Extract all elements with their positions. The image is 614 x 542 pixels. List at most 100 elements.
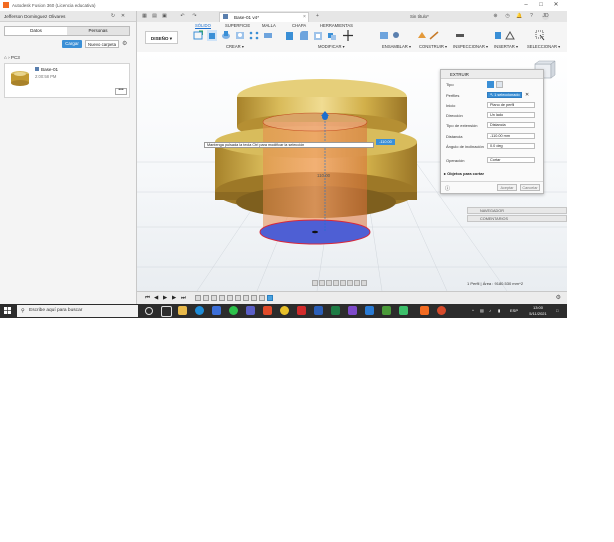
timeline-feature-extrude[interactable]	[211, 295, 217, 301]
timeline-feature-fillet[interactable]	[243, 295, 249, 301]
word-icon[interactable]	[314, 306, 323, 315]
timeline-play-button[interactable]: ▶	[163, 295, 167, 302]
new-folder-button[interactable]: Nuevo carpeta	[85, 40, 119, 48]
timeline-end-button[interactable]: ⏭	[181, 295, 186, 302]
new-sketch-icon[interactable]	[193, 30, 203, 41]
windows-start-icon[interactable]	[4, 307, 11, 314]
file-menu-icon[interactable]: ▤	[151, 13, 158, 20]
acrobat-icon[interactable]	[297, 306, 306, 315]
grid-menu-icon[interactable]: ▦	[141, 13, 148, 20]
document-tab[interactable]: Base-01 v4*	[219, 12, 309, 22]
offline-document-label[interactable]: Sin título*	[410, 14, 429, 19]
timeline-feature-extrude[interactable]	[259, 295, 265, 301]
timeline-start-button[interactable]: ⏮	[145, 295, 150, 302]
edge-icon[interactable]	[195, 306, 204, 315]
tab-data[interactable]: Datos	[5, 27, 67, 35]
group-modify[interactable]: MODIFICAR ▾	[318, 44, 345, 49]
select-icon[interactable]	[535, 30, 545, 41]
insert-mesh-icon[interactable]	[505, 30, 515, 41]
app-icon[interactable]	[382, 306, 391, 315]
viewports-icon[interactable]	[361, 280, 367, 286]
close-tab-icon[interactable]: ×	[303, 14, 306, 20]
shell-icon[interactable]	[313, 30, 323, 41]
app-icon[interactable]	[437, 306, 446, 315]
user-name[interactable]: Jefferson Dominguez Olivares	[4, 14, 65, 19]
revolve-icon[interactable]	[221, 30, 231, 41]
timeline-feature-extrude[interactable]	[203, 295, 209, 301]
excel-icon[interactable]	[331, 306, 340, 315]
timeline-next-button[interactable]: ▶	[172, 295, 176, 302]
file-card[interactable]: Base-01 2:00:58 PM •••	[4, 63, 130, 98]
help-icon[interactable]: ?	[528, 13, 535, 20]
onenote-icon[interactable]	[348, 306, 357, 315]
new-tab-icon[interactable]: +	[314, 13, 321, 20]
chrome-icon[interactable]	[280, 306, 289, 315]
tray-volume-icon[interactable]: ♪	[489, 308, 491, 313]
tray-chevron-icon[interactable]: ^	[472, 308, 474, 313]
orbit-icon[interactable]	[312, 280, 318, 286]
close-panel-icon[interactable]: ✕	[120, 13, 126, 19]
tab-people[interactable]: Personas	[67, 27, 129, 35]
timeline-feature-active[interactable]	[267, 295, 273, 301]
axis-icon[interactable]	[429, 30, 439, 41]
ribbon-tab-surface[interactable]: SUPERFICIE	[225, 23, 250, 28]
breadcrumb-project[interactable]: PC3	[11, 55, 20, 60]
new-component-icon[interactable]	[379, 30, 389, 41]
pattern-icon[interactable]	[249, 30, 259, 41]
joint-icon[interactable]	[391, 30, 401, 41]
user-avatar[interactable]: JD	[542, 13, 549, 20]
ribbon-tab-tools[interactable]: HERRAMIENTAS	[320, 23, 353, 28]
extent-type-select[interactable]: Distancia	[487, 122, 535, 128]
group-inspect[interactable]: INSPECCIONAR ▾	[453, 44, 488, 49]
timeline-feature-sketch[interactable]	[219, 295, 225, 301]
group-create[interactable]: CREAR ▾	[226, 44, 244, 49]
file-menu-button[interactable]: •••	[115, 88, 127, 95]
measure-icon[interactable]	[455, 30, 465, 41]
store-icon[interactable]	[212, 306, 221, 315]
timeline-feature-fillet[interactable]	[235, 295, 241, 301]
comments-panel[interactable]: COMENTARIOS	[467, 215, 567, 222]
distance-input-field[interactable]: -110.00	[376, 139, 395, 145]
minimize-button[interactable]: –	[520, 1, 532, 9]
fillet-icon[interactable]	[299, 30, 309, 41]
direction-select[interactable]: Un lado	[487, 112, 535, 118]
extrude-type-thin-icon[interactable]	[496, 81, 503, 88]
offset-plane-icon[interactable]	[417, 30, 427, 41]
timeline-settings-icon[interactable]: ⚙	[556, 294, 561, 301]
file-explorer-icon[interactable]	[178, 306, 187, 315]
look-at-icon[interactable]	[319, 280, 325, 286]
fit-icon[interactable]	[340, 280, 346, 286]
hole-icon[interactable]	[235, 30, 245, 41]
move-icon[interactable]	[343, 30, 353, 41]
cortana-icon[interactable]	[145, 307, 153, 315]
group-insert[interactable]: INSERTAR ▾	[494, 44, 518, 49]
cancel-button[interactable]: Cancelar	[520, 184, 540, 191]
save-icon[interactable]: ▣	[161, 13, 168, 20]
breadcrumb[interactable]: ⌂ › PC3	[4, 55, 20, 60]
ok-button[interactable]: Aceptar	[497, 184, 517, 191]
ribbon-tab-mesh[interactable]: MALLA	[262, 23, 276, 28]
distance-field[interactable]: -110.00 mm	[487, 133, 535, 139]
close-button[interactable]: ✕	[550, 1, 562, 9]
whatsapp-icon[interactable]	[229, 306, 238, 315]
timeline-prev-button[interactable]: ◀	[154, 295, 158, 302]
outlook-icon[interactable]	[365, 306, 374, 315]
taskbar-search-box[interactable]: ⚲ Escribe aquí para buscar	[17, 305, 138, 317]
group-construct[interactable]: CONSTRUIR ▾	[419, 44, 447, 49]
operation-select[interactable]: Cortar	[487, 157, 535, 163]
extrude-type-solid-icon[interactable]	[487, 81, 494, 88]
taper-angle-field[interactable]: 0.0 deg	[487, 143, 535, 149]
task-view-icon[interactable]	[161, 306, 172, 317]
clear-selection-icon[interactable]: ✕	[525, 92, 529, 98]
powerpoint-icon[interactable]	[263, 306, 272, 315]
group-assemble[interactable]: ENSAMBLAR ▾	[382, 44, 411, 49]
tray-battery-icon[interactable]: ▮	[498, 308, 500, 313]
fusion-360-taskbar-icon[interactable]	[420, 306, 429, 315]
grid-settings-icon[interactable]	[354, 280, 360, 286]
app-icon[interactable]	[399, 306, 408, 315]
mirror-icon[interactable]	[263, 30, 273, 41]
ribbon-tab-solid[interactable]: SÓLIDO	[195, 23, 211, 29]
info-icon[interactable]: ⓘ	[445, 185, 450, 192]
tray-network-icon[interactable]: ▤	[480, 308, 484, 313]
undo-icon[interactable]: ↶	[179, 13, 186, 20]
